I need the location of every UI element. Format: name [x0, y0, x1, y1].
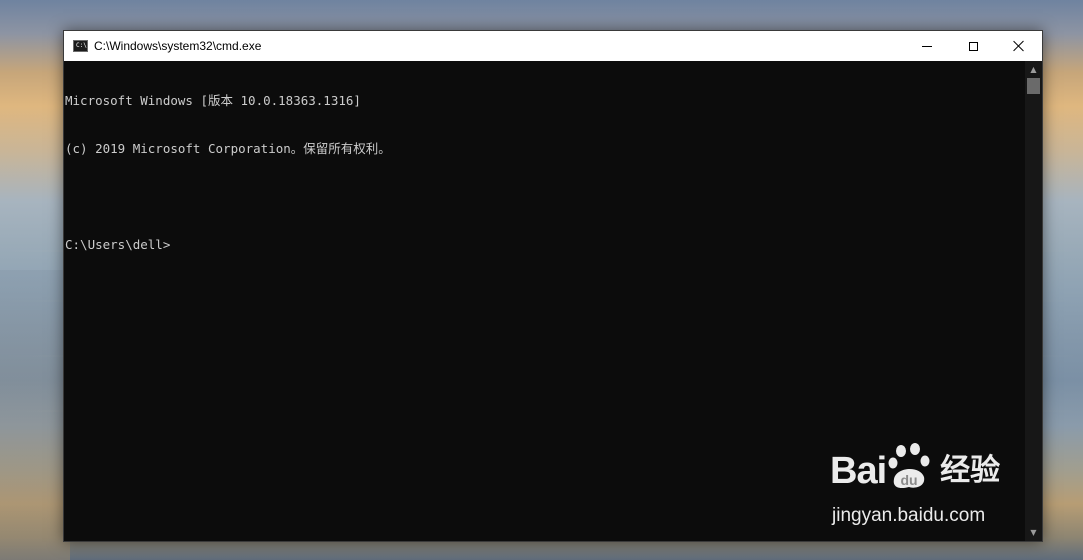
jingyan-logo-text: 经验: [940, 453, 1001, 488]
baidu-logo: Bai du 经验: [830, 443, 1000, 491]
maximize-icon: [968, 41, 978, 51]
baidu-logo-text: Bai: [830, 450, 887, 492]
console-line: (c) 2019 Microsoft Corporation。保留所有权利。: [65, 141, 391, 156]
scroll-up-arrow-icon[interactable]: ▲: [1025, 61, 1042, 78]
maximize-button[interactable]: [950, 31, 996, 61]
cmd-icon-glyph: C:\: [76, 42, 87, 49]
window-title: C:\Windows\system32\cmd.exe: [94, 39, 262, 53]
cmd-icon[interactable]: C:\: [73, 40, 88, 52]
close-icon: [1013, 40, 1025, 52]
close-button[interactable]: [996, 31, 1042, 61]
console-line: Microsoft Windows [版本 10.0.18363.1316]: [65, 93, 361, 108]
command-prompt[interactable]: C:\Users\dell>: [64, 237, 1025, 253]
baidu-jingyan-watermark: Bai du 经验 jingyan.baidu.com: [830, 443, 1030, 538]
scrollbar-thumb[interactable]: [1027, 78, 1040, 94]
minimize-icon: [922, 45, 932, 47]
watermark-url: jingyan.baidu.com: [832, 505, 986, 526]
caption-buttons: [904, 31, 1042, 61]
paw-icon: du: [888, 443, 930, 489]
minimize-button[interactable]: [904, 31, 950, 61]
desktop-wallpaper-shore: [0, 270, 70, 560]
title-bar[interactable]: C:\ C:\Windows\system32\cmd.exe: [64, 31, 1042, 61]
svg-text:du: du: [901, 472, 918, 488]
